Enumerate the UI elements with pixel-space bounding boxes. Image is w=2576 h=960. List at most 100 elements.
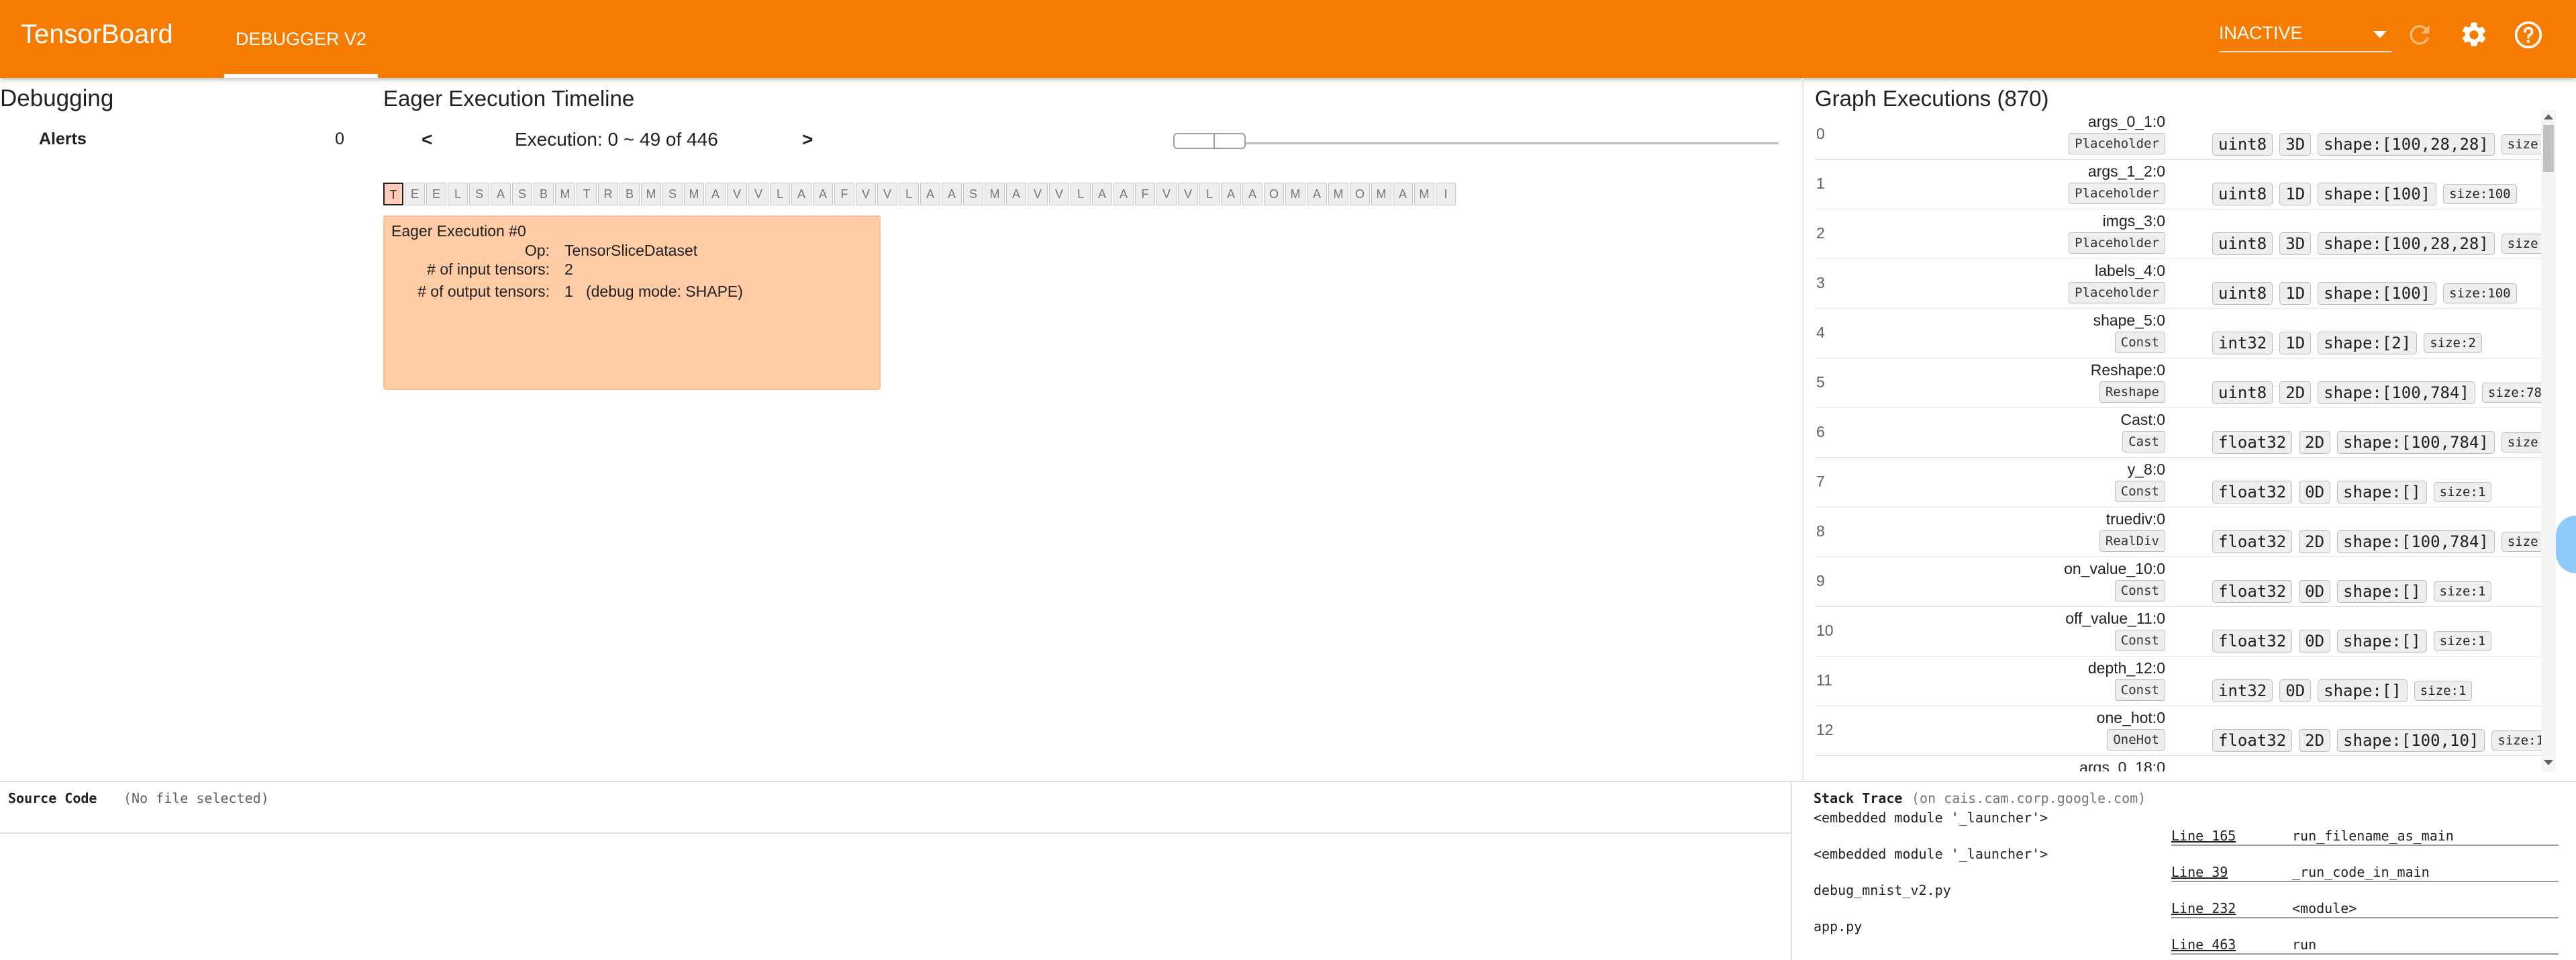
graph-execution-row[interactable]: 8 truediv:0 RealDiv float32 2D shape:[100,784… xyxy=(1815,508,2541,557)
execution-op-cell[interactable]: M xyxy=(1328,183,1348,205)
stack-frame-line-link[interactable]: Line 39 xyxy=(2171,864,2228,880)
execution-op-cell[interactable]: B xyxy=(620,183,640,205)
graph-execution-row[interactable]: 9 on_value_10:0 Const float32 0D shape:[] size… xyxy=(1815,557,2541,607)
execution-op-cell[interactable]: A xyxy=(942,183,962,205)
execution-op-cell[interactable]: M xyxy=(684,183,704,205)
op-type-badge: Placeholder xyxy=(2069,282,2165,303)
execution-op-cell[interactable]: A xyxy=(1113,183,1134,205)
size-chip: size:1 xyxy=(2433,482,2492,502)
execution-op-cell[interactable]: O xyxy=(1350,183,1370,205)
tensor-debug-chips: float32 2D shape:[100,10] size:1000 xyxy=(2212,729,2541,752)
execution-op-cell[interactable]: A xyxy=(491,183,511,205)
stack-frame-line-link[interactable]: Line 165 xyxy=(2171,828,2236,844)
graph-execution-row[interactable]: 5 Reshape:0 Reshape uint8 2D shape:[100,784] s… xyxy=(1815,358,2541,408)
scroll-up-icon[interactable] xyxy=(2544,114,2553,119)
execution-op-cell[interactable]: A xyxy=(920,183,940,205)
stack-frame-line-link[interactable]: Line 232 xyxy=(2171,900,2236,916)
help-icon[interactable] xyxy=(2514,20,2543,50)
graph-executions-list[interactable]: 0 args_0_1:0 Placeholder uint8 3D shape:[100,… xyxy=(1815,110,2541,771)
graph-execution-row[interactable]: 10 off_value_11:0 Const float32 0D shape:[] si… xyxy=(1815,607,2541,657)
execution-op-cell[interactable]: T xyxy=(383,183,403,205)
execution-op-cell[interactable]: V xyxy=(748,183,769,205)
stack-frame-file: app.py xyxy=(1814,918,1863,934)
execution-op-cell[interactable]: L xyxy=(1071,183,1091,205)
timeline-slider-track[interactable] xyxy=(1173,142,1779,144)
execution-op-cell[interactable]: L xyxy=(1199,183,1220,205)
rank-chip: 2D xyxy=(2279,381,2312,404)
execution-op-cell[interactable]: E xyxy=(405,183,425,205)
stack-frame-line-link[interactable]: Line 463 xyxy=(2171,937,2236,953)
execution-op-cell[interactable]: E xyxy=(426,183,446,205)
execution-op-cell[interactable]: A xyxy=(1006,183,1026,205)
refresh-icon[interactable] xyxy=(2405,20,2434,50)
execution-op-cell[interactable]: V xyxy=(1178,183,1198,205)
execution-op-cell[interactable]: M xyxy=(985,183,1005,205)
graph-list-scrollbar[interactable] xyxy=(2541,110,2556,771)
side-panel-toggle[interactable] xyxy=(2556,516,2576,573)
op-type-badge: Placeholder xyxy=(2069,183,2165,204)
execution-op-cell[interactable]: A xyxy=(705,183,726,205)
dtype-chip: uint8 xyxy=(2212,381,2273,404)
execution-op-cell[interactable]: L xyxy=(899,183,919,205)
gear-icon[interactable] xyxy=(2459,20,2489,50)
execution-op-cell[interactable]: M xyxy=(1285,183,1305,205)
scroll-down-icon[interactable] xyxy=(2544,760,2553,765)
timeline-slider-thumb[interactable] xyxy=(1173,133,1246,149)
alerts-row[interactable]: Alerts 0 xyxy=(39,130,344,154)
execution-op-cell[interactable]: V xyxy=(1049,183,1069,205)
execution-op-cell[interactable]: V xyxy=(727,183,747,205)
execution-op-cell[interactable]: T xyxy=(577,183,597,205)
execution-op-cell[interactable]: A xyxy=(791,183,811,205)
top-app-bar: TensorBoard DEBUGGER V2 INACTIVE xyxy=(0,0,2576,78)
execution-op-cell[interactable]: S xyxy=(963,183,983,205)
execution-op-cell[interactable]: S xyxy=(512,183,532,205)
execution-op-cell[interactable]: M xyxy=(1371,183,1391,205)
execution-op-cell[interactable]: F xyxy=(1135,183,1155,205)
graph-execution-row[interactable]: 0 args_0_1:0 Placeholder uint8 3D shape:[100,… xyxy=(1815,110,2541,160)
graph-execution-row[interactable]: 12 one_hot:0 OneHot float32 2D shape:[100,10]… xyxy=(1815,706,2541,756)
prev-page-button[interactable]: < xyxy=(422,129,432,150)
shape-chip: shape:[100,784] xyxy=(2337,530,2495,553)
graph-execution-row[interactable]: 11 depth_12:0 Const int32 0D shape:[] size:1 xyxy=(1815,657,2541,706)
execution-op-cell[interactable]: A xyxy=(1393,183,1413,205)
execution-op-cell[interactable]: M xyxy=(555,183,575,205)
run-status-select[interactable]: INACTIVE xyxy=(2219,17,2392,52)
execution-op-cell[interactable]: A xyxy=(813,183,833,205)
execution-op-cell[interactable]: S xyxy=(469,183,489,205)
execution-op-cell[interactable]: L xyxy=(770,183,790,205)
graph-execution-row[interactable]: 2 imgs_3:0 Placeholder uint8 3D shape:[100,28… xyxy=(1815,209,2541,259)
execution-op-cell[interactable]: V xyxy=(856,183,876,205)
execution-op-cell[interactable]: A xyxy=(1242,183,1262,205)
graph-execution-row[interactable]: 6 Cast:0 Cast float32 2D shape:[100,784] size:… xyxy=(1815,408,2541,458)
execution-op-cell[interactable]: M xyxy=(1414,183,1434,205)
execution-op-cell[interactable]: B xyxy=(534,183,554,205)
execution-op-cell[interactable]: F xyxy=(834,183,854,205)
graph-execution-row[interactable]: 7 y_8:0 Const float32 0D shape:[] size:1 xyxy=(1815,458,2541,508)
execution-op-cell[interactable]: S xyxy=(662,183,683,205)
execution-op-cell[interactable]: L xyxy=(448,183,468,205)
scrollbar-thumb[interactable] xyxy=(2543,125,2554,172)
execution-op-cell[interactable]: O xyxy=(1264,183,1284,205)
execution-op-cell[interactable]: R xyxy=(598,183,618,205)
graph-execution-row[interactable]: 13args_0_18:0 xyxy=(1815,756,2541,771)
graph-execution-row[interactable]: 4 shape_5:0 Const int32 1D shape:[2] size:2 xyxy=(1815,309,2541,358)
graph-execution-index: 9 xyxy=(1816,572,1825,589)
bottom-panel-divider[interactable] xyxy=(0,781,2576,782)
execution-op-cell[interactable]: A xyxy=(1092,183,1112,205)
tab-debugger-v2[interactable]: DEBUGGER V2 xyxy=(224,0,378,78)
execution-op-cell[interactable]: V xyxy=(1156,183,1177,205)
graph-execution-index: 12 xyxy=(1816,721,1834,738)
execution-op-cell[interactable]: V xyxy=(1028,183,1048,205)
graph-execution-row[interactable]: 1 args_1_2:0 Placeholder uint8 1D shape:[100]… xyxy=(1815,160,2541,209)
execution-op-cell[interactable]: M xyxy=(641,183,661,205)
tensor-name: y_8:0 xyxy=(2127,461,2165,478)
graph-execution-row[interactable]: 3 labels_4:0 Placeholder uint8 1D shape:[100]… xyxy=(1815,259,2541,309)
next-page-button[interactable]: > xyxy=(802,129,813,150)
tensor-debug-chips: uint8 1D shape:[100] size:100 xyxy=(2212,183,2524,205)
execution-op-cell[interactable]: V xyxy=(877,183,897,205)
execution-op-cell[interactable]: A xyxy=(1307,183,1327,205)
execution-op-cell[interactable]: A xyxy=(1221,183,1241,205)
output-tensors-key: # of output tensors: xyxy=(417,283,550,300)
size-chip: size:1000 xyxy=(2491,730,2541,751)
execution-op-cell[interactable]: I xyxy=(1436,183,1456,205)
